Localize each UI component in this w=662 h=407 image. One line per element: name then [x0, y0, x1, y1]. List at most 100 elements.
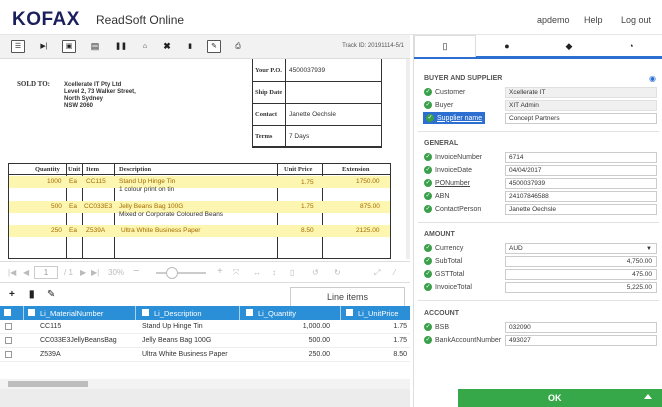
grid-horizontal-scrollbar[interactable] — [0, 379, 410, 389]
comment-icon[interactable]: ◆ — [538, 35, 600, 57]
rotate-left-icon[interactable]: ↺ — [312, 268, 319, 277]
logout-link[interactable]: Log out — [621, 15, 651, 25]
desc-cell-line2: 1 colour print on tin — [119, 186, 175, 193]
table-row[interactable]: CC115 Stand Up Hinge Tin 1,000.00 1.75 — [0, 320, 410, 334]
gst-total-field[interactable]: 475.00 — [505, 269, 657, 280]
zoom-out-icon[interactable]: − — [133, 265, 139, 277]
trash-icon[interactable]: ▮ — [183, 40, 197, 53]
document-viewer[interactable]: Your P.O. 4500037939 Ship Date Contact Jan… — [0, 59, 410, 259]
col-description[interactable]: Li_Description — [154, 309, 202, 318]
prev-page-icon[interactable]: ◀ — [23, 268, 29, 277]
invoice-number-field[interactable]: 6714 — [505, 152, 657, 163]
delete-x-icon[interactable]: ✖ — [160, 40, 174, 53]
bsb-field[interactable]: 032090 — [505, 322, 657, 333]
zoom-in-icon[interactable]: + — [217, 266, 223, 277]
delete-row-icon[interactable]: ▮ — [29, 289, 35, 300]
zoom-slider-handle[interactable] — [166, 267, 178, 279]
description-cell[interactable]: Stand Up Hinge Tin — [142, 323, 203, 330]
rotate-right-icon[interactable]: ↻ — [334, 268, 341, 277]
expand-icon[interactable]: ⤢ — [374, 268, 380, 278]
material-cell[interactable]: Z539A — [40, 351, 61, 358]
subtotal-field[interactable]: 4,750.00 — [505, 256, 657, 267]
inbox-icon[interactable]: ⌂ — [138, 40, 152, 53]
col-material-number[interactable]: Li_MaterialNumber — [40, 309, 103, 318]
invoice-total-field[interactable]: 5,225.00 — [505, 282, 657, 293]
collapse-icon[interactable]: ⁄ — [394, 268, 395, 277]
scrollbar-thumb[interactable] — [8, 381, 88, 387]
list-icon[interactable]: ☰ — [11, 40, 25, 53]
image-icon[interactable]: ▣ — [62, 40, 76, 53]
line-items-tab[interactable]: Line items — [290, 287, 405, 306]
table-row[interactable]: Z539A Ultra White Business Paper 250.00 … — [0, 348, 410, 362]
col-unit-price[interactable]: Li_UnitPrice — [358, 309, 398, 318]
page-input[interactable]: 1 — [34, 266, 58, 279]
column-checkbox[interactable] — [246, 309, 253, 316]
ok-label: OK — [548, 393, 562, 403]
add-row-icon[interactable]: + — [9, 289, 15, 300]
unit-price-cell[interactable]: 8.50 — [393, 351, 407, 358]
description-cell[interactable]: Jelly Beans Bag 100G — [142, 337, 211, 344]
select-all-checkbox[interactable] — [4, 309, 11, 316]
pause-icon[interactable]: ❚❚ — [114, 40, 128, 53]
qty-cell: 250 — [51, 227, 62, 234]
column-checkbox[interactable] — [346, 309, 353, 316]
user-menu[interactable]: apdemo — [537, 15, 570, 25]
supplier-name-field[interactable]: Concept Partners — [505, 113, 657, 124]
help-link[interactable]: Help — [584, 15, 603, 25]
edit-row-icon[interactable]: ✎ — [47, 289, 55, 300]
page-icon[interactable]: ▯ — [290, 268, 294, 277]
document-scrollbar[interactable] — [406, 59, 410, 259]
currency-select[interactable]: AUD ▼ — [505, 243, 657, 254]
last-page-icon[interactable]: ▶| — [91, 268, 99, 277]
next-page-icon[interactable]: ▶ — [80, 268, 86, 277]
row-checkbox[interactable] — [5, 351, 12, 358]
column-checkbox[interactable] — [142, 309, 149, 316]
quantity-cell[interactable]: 1,000.00 — [303, 323, 330, 330]
quantity-cell[interactable]: 250.00 — [309, 351, 330, 358]
col-unit: Unit — [68, 166, 81, 173]
chevron-up-icon[interactable] — [644, 394, 652, 399]
page-total: / 1 — [64, 268, 73, 277]
file-icon[interactable]: ▯ — [414, 35, 476, 57]
eye-icon[interactable]: ◉ — [649, 74, 656, 83]
customer-field[interactable]: Xcellerate IT — [505, 87, 657, 98]
row-checkbox[interactable] — [5, 323, 12, 330]
material-cell[interactable]: CC115 — [40, 323, 61, 330]
contact-person-field[interactable]: Janette Oechsle — [505, 204, 657, 215]
invoice-items-table: Quantity Unit Item Description Unit Pric… — [8, 163, 391, 259]
sold-to-label: SOLD TO: — [17, 80, 51, 88]
field-label-supplier-name[interactable]: ✓ Supplier name — [422, 112, 486, 124]
play-icon[interactable]: ▶| — [37, 40, 51, 53]
zoom-level: 30% — [108, 268, 125, 277]
first-page-icon[interactable]: |◀ — [8, 268, 16, 277]
info-icon[interactable]: ● — [476, 35, 538, 57]
ok-button[interactable]: OK — [458, 389, 662, 407]
print-icon[interactable]: ⎙ — [231, 40, 245, 53]
clock-icon[interactable]: ◔ — [600, 35, 662, 57]
save-icon[interactable]: ▤ — [88, 40, 102, 53]
zoom-slider[interactable] — [156, 272, 206, 274]
fit-height-icon[interactable]: ↕ — [272, 268, 276, 277]
col-quantity[interactable]: Li_Quantity — [258, 309, 296, 318]
row-checkbox[interactable] — [5, 337, 12, 344]
po-row: Terms 7 Days — [253, 125, 381, 147]
material-cell[interactable]: CC033E3JellyBeansBag — [40, 337, 117, 344]
buyer-field[interactable]: XIT Admin — [505, 100, 657, 111]
edit-icon[interactable]: ✎ — [207, 40, 221, 53]
fit-width-icon[interactable]: ↔ — [253, 268, 261, 277]
po-number-field[interactable]: 4500037939 — [505, 178, 657, 189]
abn-field[interactable]: 24107846588 — [505, 191, 657, 202]
fit-page-icon[interactable]: ⤧ — [233, 268, 239, 278]
bank-account-field[interactable]: 493027 — [505, 335, 657, 346]
table-row[interactable]: CC033E3JellyBeansBag Jelly Beans Bag 100… — [0, 334, 410, 348]
dropdown-arrow-icon[interactable]: ▼ — [646, 244, 652, 254]
invoice-date-field[interactable]: 04/04/2017 — [505, 165, 657, 176]
section-divider — [418, 222, 659, 223]
description-cell[interactable]: Ultra White Business Paper — [142, 351, 228, 358]
unit-price-cell[interactable]: 1.75 — [393, 337, 407, 344]
address-line: Xcellerate IT Pty Ltd — [64, 82, 122, 88]
quantity-cell[interactable]: 500.00 — [309, 337, 330, 344]
column-checkbox[interactable] — [28, 309, 35, 316]
unit-price-cell[interactable]: 1.75 — [393, 323, 407, 330]
check-icon: ✓ — [424, 270, 432, 278]
